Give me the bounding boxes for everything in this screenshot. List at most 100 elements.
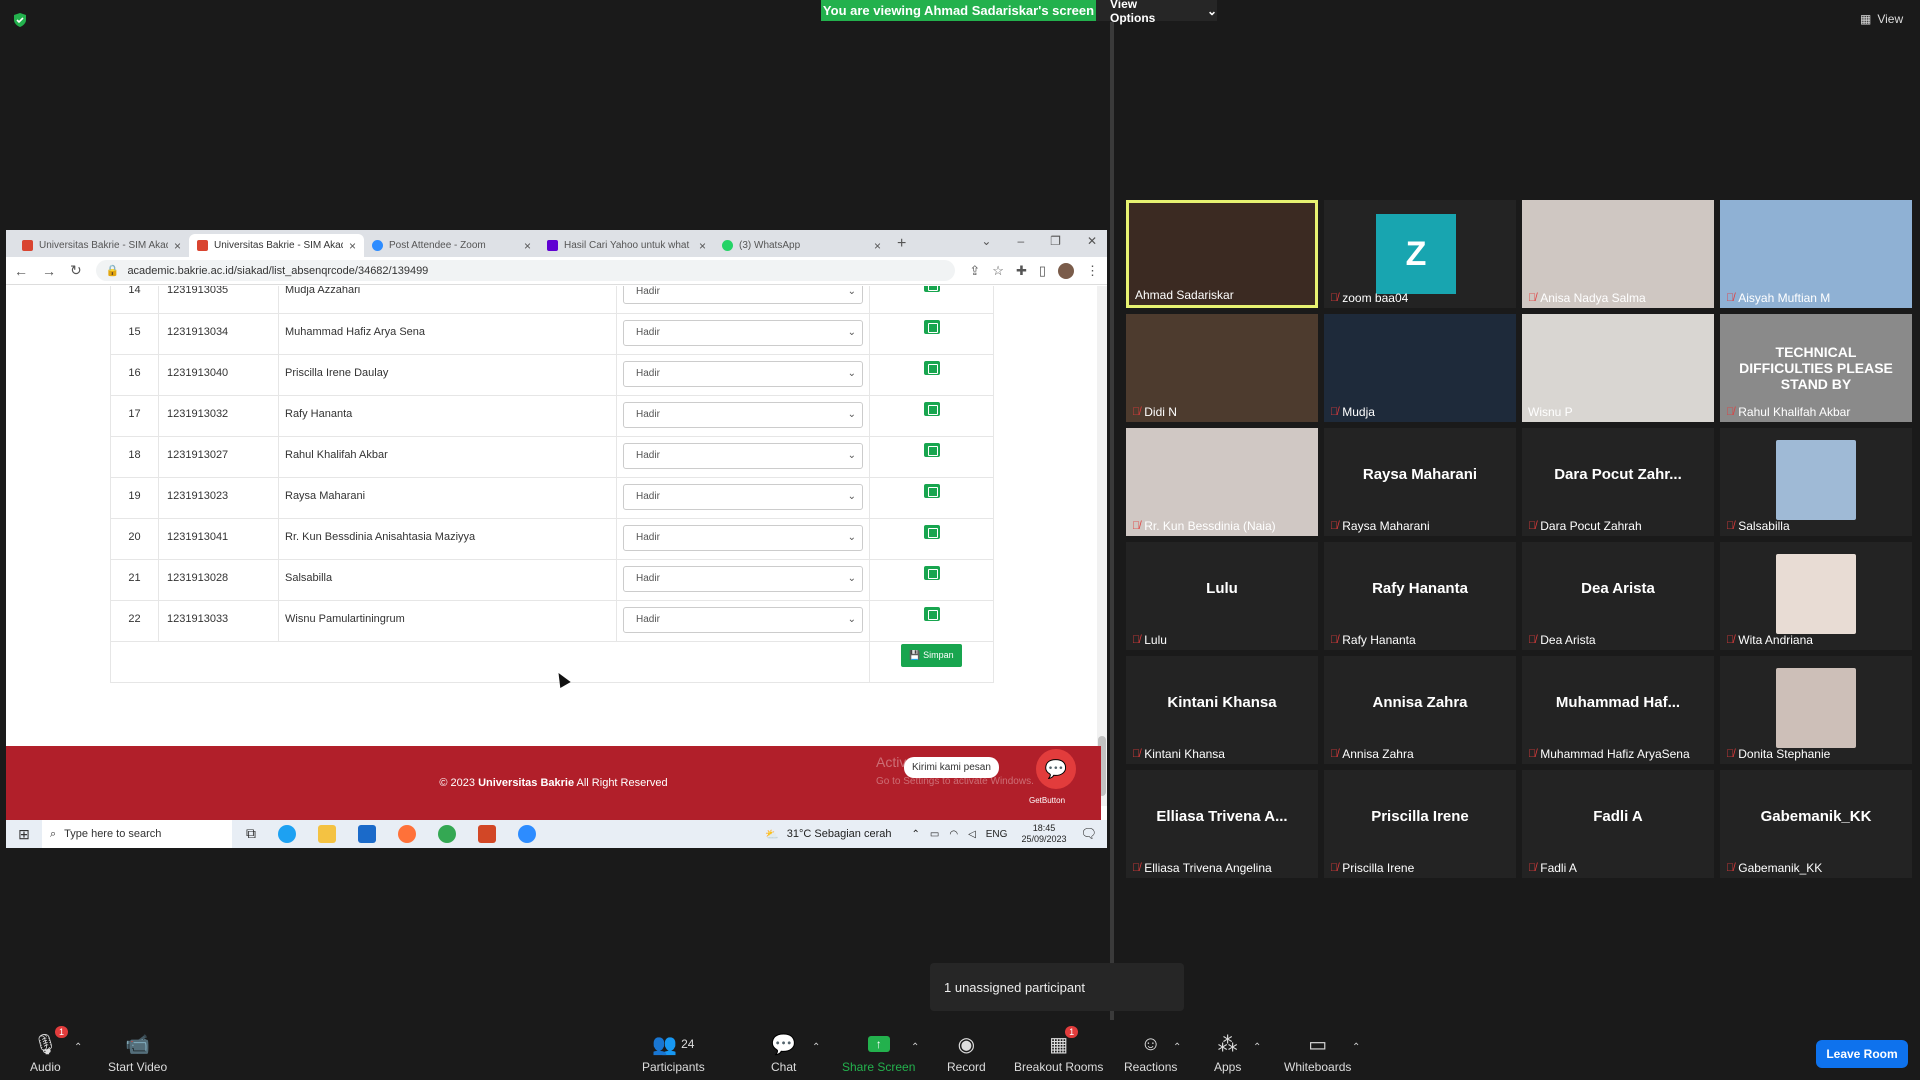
status-select[interactable]: Hadir ⌄ — [623, 565, 863, 592]
participant-tile[interactable]: 🎙̸ Mudja — [1324, 314, 1516, 422]
leave-room-button[interactable]: Leave Room — [1816, 1040, 1908, 1068]
audio-button[interactable]: 🎙 1 Audio — [30, 1026, 69, 1074]
extensions-icon[interactable]: ✚ — [1016, 263, 1027, 279]
close-icon[interactable]: × — [699, 239, 706, 253]
taskbar-clock[interactable]: 18:45 25/09/2023 — [1021, 823, 1066, 845]
participant-tile[interactable]: Raysa Maharani 🎙̸ Raysa Maharani — [1324, 428, 1516, 536]
whiteboards-button[interactable]: ▭ Whiteboards — [1284, 1032, 1351, 1075]
participant-tile[interactable]: Ahmad Sadariskar — [1126, 200, 1318, 308]
chat-widget-button[interactable]: 💬 — [1036, 749, 1076, 789]
participant-tile[interactable]: Dara Pocut Zahr... 🎙̸ Dara Pocut Zahrah — [1522, 428, 1714, 536]
chevron-up-icon[interactable]: ⌃ — [812, 1042, 820, 1053]
chevron-up-icon[interactable]: ⌃ — [911, 1042, 919, 1053]
status-select[interactable]: Hadir ⌄ — [623, 286, 863, 304]
close-icon[interactable]: × — [349, 239, 356, 253]
participant-tile[interactable]: 🎙̸ Donita Stephanie — [1720, 656, 1912, 764]
status-select[interactable]: Hadir ⌄ — [623, 524, 863, 551]
wifi-icon[interactable]: ◠ — [949, 829, 958, 840]
participant-tile[interactable]: 🎙̸ Anisa Nadya Salma — [1522, 200, 1714, 308]
close-icon[interactable]: × — [524, 239, 531, 253]
status-select[interactable]: Hadir ⌄ — [623, 606, 863, 633]
breakout-rooms-button[interactable]: ▦ 1 Breakout Rooms — [1014, 1026, 1103, 1074]
split-divider[interactable] — [1110, 22, 1114, 1027]
save-row-button[interactable] — [923, 442, 940, 457]
browser-tab[interactable]: (3) WhatsApp × — [714, 234, 889, 257]
participant-tile[interactable]: Z 🎙̸ zoom baa04 — [1324, 200, 1516, 308]
participant-tile[interactable]: Elliasa Trivena A... 🎙̸ Elliasa Trivena An… — [1126, 770, 1318, 878]
avatar[interactable] — [1058, 262, 1074, 279]
share-screen-button[interactable]: ↑ Share Screen — [842, 1032, 915, 1074]
share-icon[interactable]: ⇪ — [969, 263, 980, 279]
status-select[interactable]: Hadir ⌄ — [623, 319, 863, 346]
taskbar-search[interactable]: ⌕ Type here to search — [42, 820, 232, 848]
browser-tab[interactable]: Post Attendee - Zoom × — [364, 234, 539, 257]
participant-tile[interactable]: 🎙̸ Wita Andriana — [1720, 542, 1912, 650]
new-tab-icon[interactable]: + — [897, 235, 906, 253]
chat-button[interactable]: 💬 Chat — [771, 1032, 796, 1075]
chrome-icon[interactable] — [438, 825, 456, 843]
file-explorer-icon[interactable] — [318, 825, 336, 843]
chevron-up-icon[interactable]: ⌃ — [1253, 1042, 1261, 1053]
minimize-icon[interactable]: – — [1017, 234, 1024, 248]
browser-tab[interactable]: Hasil Cari Yahoo untuk what × — [539, 234, 714, 257]
close-icon[interactable]: ✕ — [1087, 234, 1097, 248]
zoom-app-icon[interactable] — [518, 825, 536, 843]
back-arrow-icon[interactable]: ← — [14, 263, 28, 279]
browser-tab[interactable]: Universitas Bakrie - SIM Akad × — [14, 234, 189, 257]
participant-tile[interactable]: Annisa Zahra 🎙̸ Annisa Zahra — [1324, 656, 1516, 764]
weather-widget[interactable]: ⛅ 31°C Sebagian cerah — [765, 828, 891, 841]
edge-icon[interactable] — [278, 825, 296, 843]
volume-icon[interactable]: ◁ — [968, 829, 976, 840]
page-scrollbar[interactable] — [1097, 286, 1107, 806]
chat-prompt[interactable]: Kirimi kami pesan — [904, 757, 999, 778]
restore-icon[interactable]: ❐ — [1050, 234, 1061, 248]
status-select[interactable]: Hadir ⌄ — [623, 360, 863, 387]
participant-tile[interactable]: Dea Arista 🎙̸ Dea Arista — [1522, 542, 1714, 650]
powerpoint-icon[interactable] — [478, 825, 496, 843]
participant-tile[interactable]: Priscilla Irene 🎙̸ Priscilla Irene — [1324, 770, 1516, 878]
status-select[interactable]: Hadir ⌄ — [623, 442, 863, 469]
view-button[interactable]: ▦ View — [1860, 12, 1903, 26]
save-row-button[interactable] — [923, 524, 940, 539]
reload-icon[interactable]: ↻ — [70, 262, 82, 279]
sidepanel-icon[interactable]: ▯ — [1039, 263, 1046, 279]
view-options-button[interactable]: View Options ⌄ — [1096, 0, 1217, 25]
mail-icon[interactable] — [358, 825, 376, 843]
kebab-menu-icon[interactable]: ⋮ — [1086, 263, 1099, 279]
participant-tile[interactable]: Kintani Khansa 🎙̸ Kintani Khansa — [1126, 656, 1318, 764]
participant-tile[interactable]: TECHNICAL DIFFICULTIES PLEASE STAND BY 🎙̸… — [1720, 314, 1912, 422]
save-row-button[interactable] — [923, 606, 940, 621]
language-indicator[interactable]: ENG — [986, 829, 1008, 840]
forward-arrow-icon[interactable]: → — [42, 263, 56, 279]
url-field[interactable]: 🔒 academic.bakrie.ac.id/siakad/list_absen… — [95, 260, 956, 281]
status-select[interactable]: Hadir ⌄ — [623, 483, 863, 510]
save-row-button[interactable] — [923, 401, 940, 416]
participant-tile[interactable]: 🎙̸ Didi N — [1126, 314, 1318, 422]
browser-tab-active[interactable]: Universitas Bakrie - SIM Akad × — [189, 234, 364, 257]
apps-button[interactable]: ⁂ Apps — [1214, 1032, 1241, 1075]
chevron-up-icon[interactable]: ⌃ — [911, 829, 919, 840]
save-row-button[interactable] — [923, 565, 940, 580]
participant-tile[interactable]: Gabemanik_KK 🎙̸ Gabemanik_KK — [1720, 770, 1912, 878]
chevron-up-icon[interactable]: ⌃ — [1352, 1042, 1360, 1053]
participant-tile[interactable]: Lulu 🎙̸ Lulu — [1126, 542, 1318, 650]
chevron-up-icon[interactable]: ⌃ — [1173, 1042, 1181, 1053]
windows-start-icon[interactable]: ⊞ — [6, 826, 42, 843]
firefox-icon[interactable] — [398, 825, 416, 843]
start-video-button[interactable]: 📹 Start Video — [108, 1032, 167, 1075]
record-button[interactable]: ◉ Record — [947, 1032, 986, 1075]
chevron-down-icon[interactable]: ⌄ — [981, 234, 991, 248]
save-all-button[interactable]: 💾 Simpan — [901, 643, 962, 667]
star-icon[interactable]: ☆ — [992, 263, 1004, 279]
chevron-up-icon[interactable]: ⌃ — [74, 1042, 82, 1053]
participant-tile[interactable]: 🎙̸ Aisyah Muftian M — [1720, 200, 1912, 308]
close-icon[interactable]: × — [174, 239, 181, 253]
participant-tile[interactable]: Rafy Hananta 🎙̸ Rafy Hananta — [1324, 542, 1516, 650]
participant-tile[interactable]: Wisnu P — [1522, 314, 1714, 422]
participant-tile[interactable]: Fadli A 🎙̸ Fadli A — [1522, 770, 1714, 878]
close-icon[interactable]: × — [874, 239, 881, 253]
task-view-icon[interactable]: ⧉ — [246, 825, 256, 843]
save-row-button[interactable] — [923, 483, 940, 498]
save-row-button[interactable] — [923, 286, 940, 292]
status-select[interactable]: Hadir ⌄ — [623, 401, 863, 428]
